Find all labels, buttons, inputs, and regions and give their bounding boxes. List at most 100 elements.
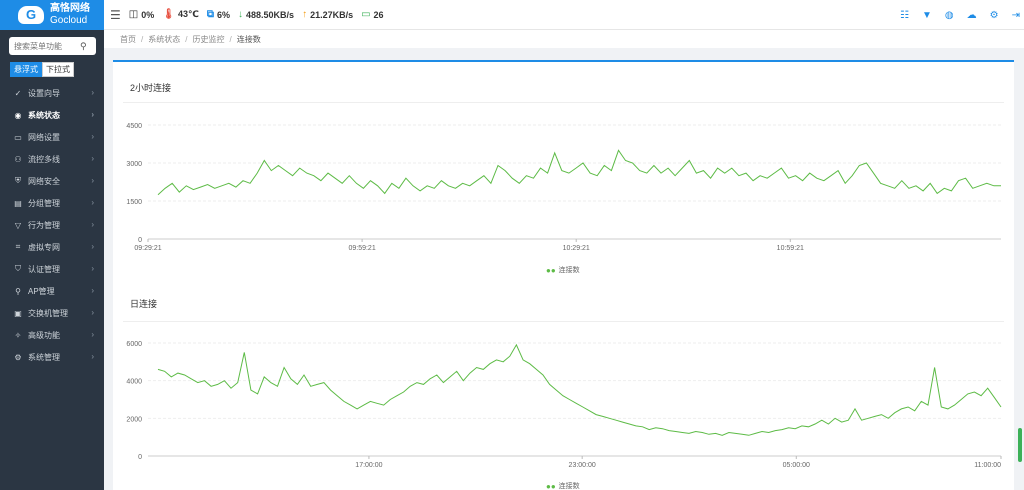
breadcrumb-separator: / bbox=[141, 34, 144, 44]
shirt-theme-icon[interactable]: ▼ bbox=[922, 10, 932, 21]
download-value: 488.50KB/s bbox=[246, 9, 295, 20]
compass-icon: ✓ bbox=[14, 88, 22, 98]
sidebar-item-label: 设置向导 bbox=[28, 88, 60, 98]
memory-icon: ⧉ bbox=[206, 9, 214, 20]
sidebar-item-label: 认证管理 bbox=[28, 264, 60, 274]
gear-icon: ⚙ bbox=[14, 352, 22, 362]
breadcrumb-separator: / bbox=[185, 34, 188, 44]
x-tick-label: 05:00:00 bbox=[783, 462, 810, 469]
y-tick-label: 0 bbox=[138, 237, 142, 244]
gear-icon[interactable]: ⚙ bbox=[990, 10, 999, 21]
sidebar-item[interactable]: ⛨ 网络安全 › bbox=[0, 170, 104, 192]
brand-logo[interactable]: 高恪网络 Gocloud bbox=[0, 0, 104, 30]
chevron-right-icon: › bbox=[91, 308, 94, 317]
thermometer-icon: 🌡 bbox=[162, 9, 175, 20]
cpu-value: 0% bbox=[141, 9, 155, 20]
logout-icon[interactable]: ⇥ bbox=[1012, 10, 1020, 21]
sidebar-item[interactable]: ✧ 高级功能 › bbox=[0, 324, 104, 346]
sidebar-item-label: 网络设置 bbox=[28, 132, 60, 142]
menu-toggle-icon[interactable]: ☰ bbox=[110, 8, 121, 22]
breadcrumb-current: 连接数 bbox=[236, 34, 261, 44]
temperature-value: 43℃ bbox=[177, 9, 199, 19]
mode-floating-button[interactable]: 悬浮式 bbox=[10, 62, 42, 77]
chevron-right-icon: › bbox=[91, 220, 94, 229]
x-tick-label: 23:00:00 bbox=[569, 462, 596, 469]
sidebar-item[interactable]: ◉ 系统状态 › bbox=[0, 104, 104, 126]
sidebar-item[interactable]: ▣ 交换机管理 › bbox=[0, 302, 104, 324]
memory-stat: ⧉ 6% bbox=[207, 9, 230, 20]
switch-icon: ▣ bbox=[14, 308, 22, 318]
sidebar-item[interactable]: ⚇ 流控多线 › bbox=[0, 148, 104, 170]
terminals-value: 26 bbox=[373, 9, 384, 20]
sidebar-item[interactable]: ⛉ 认证管理 › bbox=[0, 258, 104, 280]
terminals-stat: ▭ 26 bbox=[361, 9, 383, 20]
upload-value: 21.27KB/s bbox=[310, 9, 354, 20]
topbar: ☰ ◫ 0% 🌡 43℃ ⧉ 6% ↓ 488.50KB/s ↑ 21.27KB… bbox=[104, 0, 1024, 30]
cert-icon: ⛉ bbox=[15, 264, 21, 273]
globe-icon[interactable]: ◍ bbox=[945, 10, 954, 21]
upload-stat: ↑ 21.27KB/s bbox=[302, 9, 353, 20]
history-monitor-panel: 2小时连接 ●● 连接数 日连接 ●● 连接数 0 1500 3000 4500 09:… bbox=[113, 60, 1014, 490]
monitor-icon: ▭ bbox=[361, 9, 371, 20]
vpn-icon: ⌗ bbox=[15, 242, 21, 251]
sidebar-item[interactable]: ⚙ 系统管理 › bbox=[0, 346, 104, 368]
status-icon: ◉ bbox=[14, 110, 22, 120]
sidebar-item-label: 行为管理 bbox=[28, 220, 60, 230]
scrollbar-handle[interactable] bbox=[1018, 428, 1022, 462]
cpu-icon: ◫ bbox=[128, 9, 139, 20]
sidebar-item[interactable]: ⌗ 虚拟专网 › bbox=[0, 236, 104, 258]
sidebar-menu: ✓ 设置向导 › ◉ 系统状态 › ▭ 网络设置 › ⚇ 流控多线 › ⛨ 网络安全 › ▤ 分组管理 › ▽ 行为管… bbox=[0, 82, 104, 368]
chevron-right-icon: › bbox=[91, 110, 94, 119]
sidebar-item[interactable]: ▤ 分组管理 › bbox=[0, 192, 104, 214]
y-tick-label: 1500 bbox=[126, 199, 142, 206]
sidebar-item[interactable]: ✓ 设置向导 › bbox=[0, 82, 104, 104]
breadcrumb-system-status[interactable]: 系统状态 bbox=[148, 34, 180, 45]
sidebar-item[interactable]: ▽ 行为管理 › bbox=[0, 214, 104, 236]
mode-dropdown-button[interactable]: 下拉式 bbox=[42, 62, 74, 77]
flow-icon: ⚇ bbox=[14, 154, 22, 164]
chevron-right-icon: › bbox=[91, 198, 94, 207]
chevron-right-icon: › bbox=[91, 88, 94, 97]
memory-value: 6% bbox=[217, 9, 231, 20]
layout-icon[interactable]: ☷ bbox=[900, 10, 909, 21]
monitor-icon: ▭ bbox=[14, 132, 22, 142]
breadcrumb-history[interactable]: 历史监控 bbox=[192, 34, 224, 45]
y-tick-label: 0 bbox=[138, 454, 142, 461]
connection-charts: 0 1500 3000 4500 09:29:21 09:59:21 10:29:21 10:… bbox=[126, 123, 1002, 469]
chevron-right-icon: › bbox=[91, 154, 94, 163]
sidebar-item-label: 交换机管理 bbox=[28, 308, 68, 318]
sidebar-item[interactable]: ▭ 网络设置 › bbox=[0, 126, 104, 148]
x-tick-label: 10:59:21 bbox=[777, 245, 804, 252]
x-tick-label: 09:29:21 bbox=[134, 245, 161, 252]
cloud-icon[interactable]: ☁ bbox=[967, 10, 977, 21]
sidebar-item[interactable]: ⚲ AP管理 › bbox=[0, 280, 104, 302]
advanced-icon: ✧ bbox=[14, 330, 22, 340]
x-tick-label: 17:00:00 bbox=[355, 462, 382, 469]
ap-icon: ⚲ bbox=[15, 286, 21, 296]
chevron-right-icon: › bbox=[91, 242, 94, 251]
chevron-right-icon: › bbox=[91, 286, 94, 295]
cpu-stat: ◫ 0% bbox=[129, 9, 154, 20]
temperature-stat: 🌡 43℃ bbox=[162, 9, 199, 20]
search-icon[interactable]: ⚲ bbox=[80, 41, 87, 52]
sidebar-item-label: AP管理 bbox=[28, 286, 55, 296]
chevron-right-icon: › bbox=[91, 352, 94, 361]
chevron-right-icon: › bbox=[91, 176, 94, 185]
y-tick-label: 2000 bbox=[126, 416, 142, 423]
chevron-right-icon: › bbox=[91, 264, 94, 273]
breadcrumb-home[interactable]: 首页 bbox=[120, 34, 136, 45]
logo-icon bbox=[18, 6, 44, 24]
sidebar-item-label: 网络安全 bbox=[28, 176, 60, 186]
topbar-actions: ☷ ▼ ◍ ☁ ⚙ ⇥ bbox=[887, 0, 1020, 30]
sidebar-item-label: 虚拟专网 bbox=[28, 242, 60, 252]
series-line bbox=[157, 343, 1002, 436]
sidebar-item-label: 系统管理 bbox=[28, 352, 60, 362]
x-tick-label: 10:29:21 bbox=[563, 245, 590, 252]
chevron-right-icon: › bbox=[91, 132, 94, 141]
chevron-right-icon: › bbox=[91, 330, 94, 339]
x-tick-label: 09:59:21 bbox=[348, 245, 375, 252]
y-tick-label: 3000 bbox=[126, 161, 142, 168]
menu-search-input[interactable] bbox=[14, 41, 80, 51]
breadcrumb-separator: / bbox=[229, 34, 232, 44]
download-stat: ↓ 488.50KB/s bbox=[238, 9, 294, 20]
